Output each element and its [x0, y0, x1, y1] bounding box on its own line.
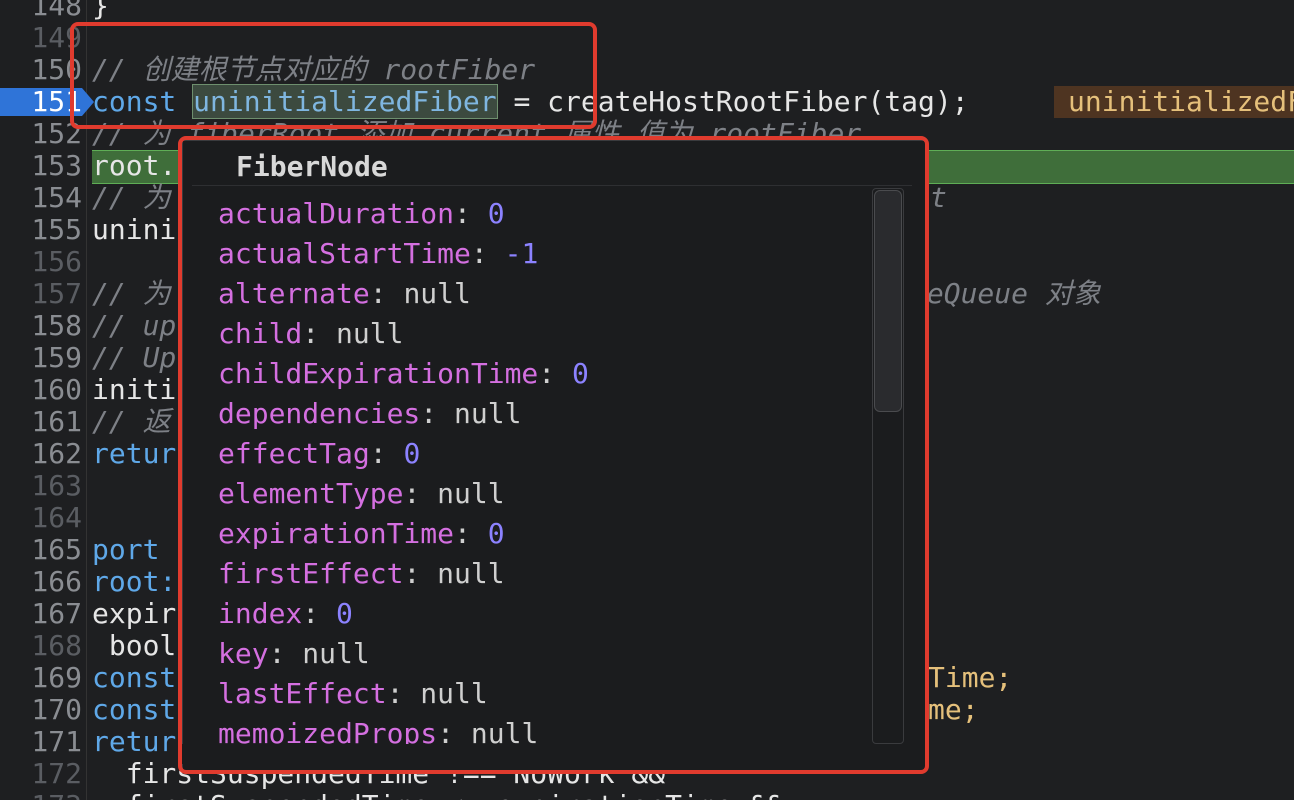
line-code: // 为 [92, 182, 171, 214]
line-number[interactable]: 156 [0, 246, 82, 278]
line-code: } [92, 0, 109, 22]
line-code: bool [92, 629, 177, 662]
line-code: const [92, 694, 176, 726]
line-number[interactable]: 154 [0, 182, 82, 214]
annotation-box-popup [178, 136, 929, 774]
line-number[interactable]: 153 [0, 150, 82, 182]
line-number[interactable]: 172 [0, 758, 82, 790]
code-text: const [92, 661, 177, 694]
line-number[interactable]: 164 [0, 502, 82, 534]
annotation-box-code [70, 22, 597, 129]
line-code: root. [92, 149, 177, 182]
line-code: retur [92, 437, 177, 470]
line-number[interactable]: 167 [0, 598, 82, 630]
code-text: // 为 [92, 181, 171, 214]
line-number[interactable]: 165 [0, 534, 82, 566]
line-code: // Up [92, 341, 177, 374]
line-number[interactable]: 169 [0, 662, 82, 694]
code-line[interactable]: 173 firstSuspendedTime <= expirationTime… [0, 790, 1294, 800]
line-number[interactable]: 155 [0, 214, 82, 246]
line-number[interactable]: 171 [0, 726, 82, 758]
line-number[interactable]: 161 [0, 406, 82, 438]
line-number[interactable]: 159 [0, 342, 82, 374]
line-code: root: [92, 565, 177, 598]
line-code: initi [92, 373, 177, 406]
code-tail-text: t [930, 181, 947, 214]
line-number[interactable]: 160 [0, 374, 82, 406]
line-code: // up [92, 309, 177, 342]
line-code: // 为 [92, 278, 171, 310]
line-number[interactable]: 162 [0, 438, 82, 470]
code-text: // 为 [92, 277, 171, 310]
line-code: port [92, 533, 160, 566]
code-tail-text: Time; [928, 661, 1013, 694]
line-number[interactable]: 163 [0, 470, 82, 502]
code-tail-text: teQueue 对象 [910, 277, 1101, 310]
line-number[interactable]: 166 [0, 566, 82, 598]
code-text: const [92, 693, 177, 726]
line-number[interactable]: 170 [0, 694, 82, 726]
line-code: const [92, 662, 176, 694]
line-number[interactable]: 173 [0, 790, 82, 800]
line-number[interactable]: 168 [0, 630, 82, 662]
line-code: firstSuspendedTime <= expirationTime && [92, 790, 783, 800]
line-code: expir [92, 597, 177, 630]
code-tail-text: me; [928, 693, 979, 726]
code-line[interactable]: 148} [0, 0, 1294, 22]
line-code: unini [92, 213, 177, 246]
line-number[interactable]: 148 [0, 0, 82, 22]
line-code: retur [92, 725, 177, 758]
line-code: // 返 [92, 405, 171, 438]
line-number[interactable]: 157 [0, 278, 82, 310]
line-number[interactable]: 158 [0, 310, 82, 342]
